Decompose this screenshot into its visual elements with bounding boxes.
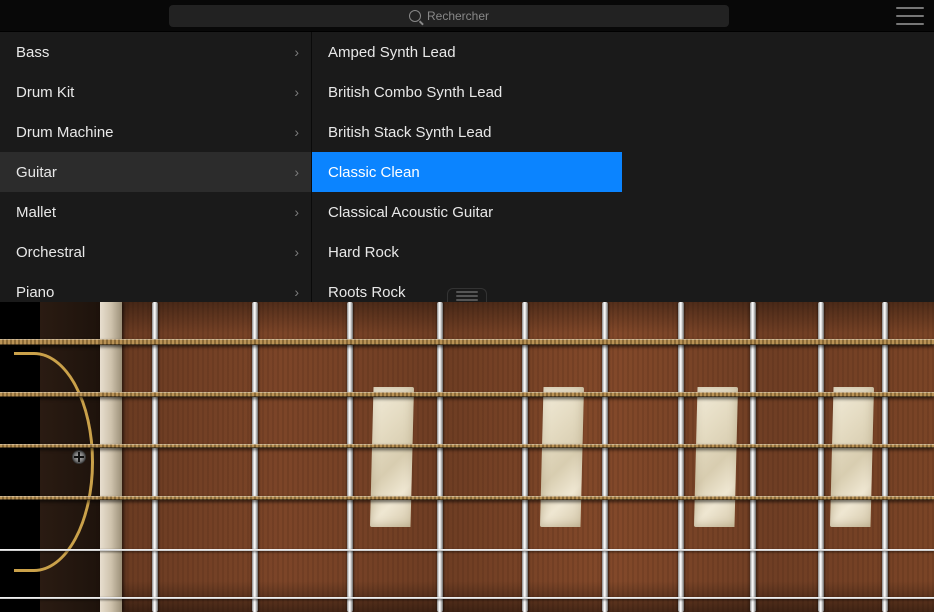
search-field[interactable]: Rechercher bbox=[169, 5, 729, 27]
preset-row[interactable]: Amped Synth Lead bbox=[312, 32, 622, 72]
category-label: Guitar bbox=[16, 164, 57, 181]
fret bbox=[750, 302, 756, 612]
search-icon bbox=[409, 10, 421, 22]
preset-row[interactable]: Classical Acoustic Guitar bbox=[312, 192, 622, 232]
category-row[interactable]: Bass › bbox=[0, 32, 311, 72]
category-row[interactable]: Guitar › bbox=[0, 152, 311, 192]
category-row[interactable]: Drum Kit › bbox=[0, 72, 311, 112]
fret-marker-inlay bbox=[694, 387, 738, 527]
headstock bbox=[0, 302, 100, 612]
preset-row[interactable]: British Combo Synth Lead bbox=[312, 72, 622, 112]
preset-row[interactable]: British Stack Synth Lead bbox=[312, 112, 622, 152]
fret bbox=[678, 302, 684, 612]
chevron-right-icon: › bbox=[294, 84, 299, 100]
fret bbox=[818, 302, 824, 612]
category-row[interactable]: Mallet › bbox=[0, 192, 311, 232]
category-row[interactable]: Drum Machine › bbox=[0, 112, 311, 152]
category-label: Drum Machine bbox=[16, 124, 114, 141]
preset-label: Hard Rock bbox=[328, 244, 399, 261]
top-bar: Rechercher bbox=[0, 0, 934, 32]
fret bbox=[152, 302, 158, 612]
guitar-neck[interactable] bbox=[122, 302, 934, 612]
chevron-right-icon: › bbox=[294, 124, 299, 140]
fret-marker-inlay bbox=[370, 387, 414, 527]
browser-lists: Bass›Drum Kit›Drum Machine›Guitar›Mallet… bbox=[0, 32, 934, 302]
fret bbox=[252, 302, 258, 612]
search-placeholder: Rechercher bbox=[427, 9, 489, 23]
fret bbox=[602, 302, 608, 612]
fret-marker-inlay bbox=[830, 387, 874, 527]
drag-handle-icon[interactable] bbox=[447, 288, 487, 302]
category-label: Piano bbox=[16, 284, 54, 301]
chevron-right-icon: › bbox=[294, 284, 299, 300]
category-row[interactable]: Orchestral › bbox=[0, 232, 311, 272]
preset-label: Classical Acoustic Guitar bbox=[328, 204, 493, 221]
category-label: Bass bbox=[16, 44, 49, 61]
preset-row[interactable]: Hard Rock bbox=[312, 232, 622, 272]
browser-empty-area bbox=[622, 32, 934, 302]
preset-label: British Combo Synth Lead bbox=[328, 84, 502, 101]
chevron-right-icon: › bbox=[294, 164, 299, 180]
menu-icon[interactable] bbox=[896, 7, 924, 25]
chevron-right-icon: › bbox=[294, 44, 299, 60]
guitar-fretboard[interactable] bbox=[0, 302, 934, 612]
category-label: Drum Kit bbox=[16, 84, 74, 101]
app-root: Rechercher Bass›Drum Kit›Drum Machine›Gu… bbox=[0, 0, 934, 612]
preset-column: Amped Synth Lead British Combo Synth Lead… bbox=[311, 32, 622, 302]
fret bbox=[347, 302, 353, 612]
preset-label: Roots Rock bbox=[328, 284, 406, 301]
search-container: Rechercher bbox=[10, 5, 888, 27]
fret bbox=[882, 302, 888, 612]
preset-label: British Stack Synth Lead bbox=[328, 124, 491, 141]
chevron-right-icon: › bbox=[294, 244, 299, 260]
category-row[interactable]: Piano › bbox=[0, 272, 311, 302]
preset-row[interactable]: Classic Clean bbox=[312, 152, 622, 192]
truss-rod-screw-icon bbox=[72, 450, 86, 464]
fret-marker-inlay bbox=[540, 387, 584, 527]
chevron-right-icon: › bbox=[294, 204, 299, 220]
category-label: Orchestral bbox=[16, 244, 85, 261]
fret bbox=[437, 302, 443, 612]
preset-label: Amped Synth Lead bbox=[328, 44, 456, 61]
guitar-nut bbox=[100, 302, 122, 612]
category-column: Bass›Drum Kit›Drum Machine›Guitar›Mallet… bbox=[0, 32, 311, 302]
preset-label: Classic Clean bbox=[328, 164, 420, 181]
category-label: Mallet bbox=[16, 204, 56, 221]
fret bbox=[522, 302, 528, 612]
